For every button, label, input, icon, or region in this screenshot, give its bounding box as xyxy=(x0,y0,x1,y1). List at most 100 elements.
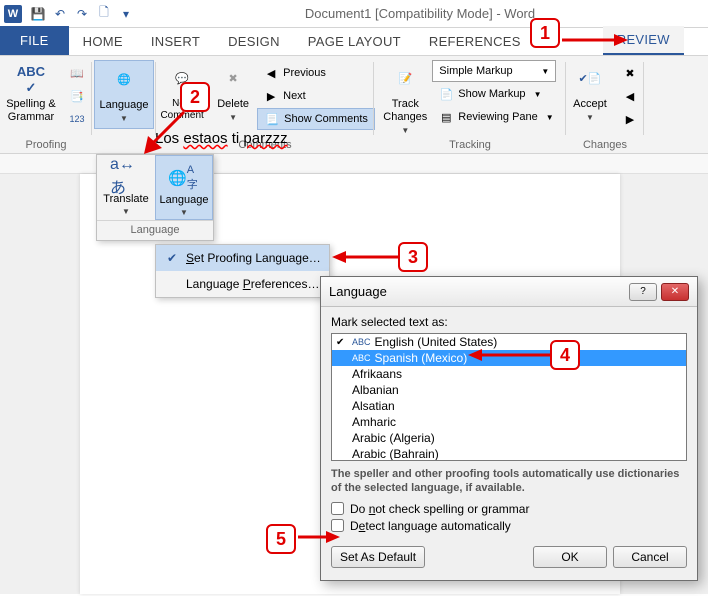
checkbox-label: Detect language automatically xyxy=(350,519,511,533)
tab-page-layout[interactable]: PAGE LAYOUT xyxy=(294,28,415,55)
dialog-titlebar[interactable]: Language ? ✕ xyxy=(321,277,697,307)
dialog-note: The speller and other proofing tools aut… xyxy=(331,467,687,496)
globe-icon: 🌐 xyxy=(108,65,140,97)
next-change-button[interactable]: ▶ xyxy=(616,108,644,130)
chevron-down-icon: ▼ xyxy=(120,114,128,124)
word-app-icon: W xyxy=(4,5,22,23)
language-dialog: Language ? ✕ Mark selected text as: ✔ ABC… xyxy=(320,276,698,581)
group-changes: ✔📄 Accept ▼ ✖ ◀ ▶ Changes xyxy=(566,56,644,153)
globe-char-icon: 🌐A字 xyxy=(168,162,200,194)
annotation-arrow-5 xyxy=(298,530,340,547)
language-button[interactable]: 🌐A字 Language ▼ xyxy=(155,155,213,220)
list-item[interactable]: Arabic (Bahrain) xyxy=(332,446,686,461)
blank-icon xyxy=(164,276,180,292)
set-as-default-button[interactable]: Set As Default xyxy=(331,546,425,568)
show-comments-button[interactable]: 📃Show Comments xyxy=(257,108,375,130)
word-count-button[interactable]: 123 xyxy=(63,108,91,130)
chevron-down-icon: ▼ xyxy=(541,67,549,76)
dropdown-group-label: Language xyxy=(97,220,213,240)
close-button[interactable]: ✕ xyxy=(661,283,689,301)
list-item[interactable]: Albanian xyxy=(332,382,686,398)
tab-design[interactable]: DESIGN xyxy=(214,28,294,55)
new-doc-icon[interactable]: 🗋 xyxy=(94,4,114,24)
ribbon: ABC✓ Spelling & Grammar 📖 📑 123 Proofing… xyxy=(0,56,708,154)
language-dropdown-panel: a↔あ Translate ▼ 🌐A字 Language ▼ Language xyxy=(96,154,214,241)
thesaurus-icon: 📑 xyxy=(69,88,85,104)
dialog-button-row: Set As Default OK Cancel xyxy=(331,536,687,572)
undo-icon[interactable]: ↶ xyxy=(50,4,70,24)
markup-icon: 📄 xyxy=(438,86,454,102)
translate-button[interactable]: a↔あ Translate ▼ xyxy=(97,155,155,220)
group-label-proofing: Proofing xyxy=(0,139,92,151)
submenu-label: Language Preferences… xyxy=(186,277,319,291)
chevron-down-icon: ▼ xyxy=(229,113,237,123)
dialog-title-text: Language xyxy=(329,284,387,299)
delete-comment-button[interactable]: ✖ Delete ▼ xyxy=(211,60,255,127)
tab-file[interactable]: FILE xyxy=(0,26,69,55)
group-proofing: ABC✓ Spelling & Grammar 📖 📑 123 Proofing xyxy=(0,56,92,153)
annotation-arrow-3 xyxy=(332,250,398,267)
abc-icon: ABC xyxy=(352,337,371,347)
prev-change-button[interactable]: ◀ xyxy=(616,85,644,107)
abc-check-icon: ABC✓ xyxy=(15,64,47,96)
next-comment-button[interactable]: ▶Next xyxy=(257,85,375,107)
cancel-button[interactable]: Cancel xyxy=(613,546,687,568)
annotation-2: 2 xyxy=(180,82,210,112)
tab-home[interactable]: HOME xyxy=(69,28,137,55)
ok-button[interactable]: OK xyxy=(533,546,607,568)
group-label-tracking: Tracking xyxy=(374,139,566,151)
chevron-down-icon: ▼ xyxy=(180,208,188,217)
no-check-checkbox[interactable]: Do not check spelling or grammar xyxy=(331,502,687,516)
delete-icon: ✖ xyxy=(217,64,249,96)
prev-icon: ◀ xyxy=(622,88,638,104)
book-icon: 📖 xyxy=(69,65,85,81)
group-tracking: 📝 Track Changes ▼ Simple Markup▼ 📄Show M… xyxy=(374,56,566,153)
help-button[interactable]: ? xyxy=(629,283,657,301)
window-title: Document1 [Compatibility Mode] - Word xyxy=(136,6,704,21)
annotation-4: 4 xyxy=(550,340,580,370)
quick-access-toolbar: 💾 ↶ ↷ 🗋 ▾ xyxy=(28,4,136,24)
next-icon: ▶ xyxy=(622,111,638,127)
list-item[interactable]: Afrikaans xyxy=(332,366,686,382)
translate-icon: a↔あ xyxy=(110,161,142,193)
list-item[interactable]: Arabic (Algeria) xyxy=(332,430,686,446)
thesaurus-button[interactable]: 📑 xyxy=(63,85,91,107)
annotation-5: 5 xyxy=(266,524,296,554)
list-item[interactable]: Alsatian xyxy=(332,398,686,414)
annotation-arrow-2 xyxy=(140,108,190,161)
define-button[interactable]: 📖 xyxy=(63,62,91,84)
track-changes-button[interactable]: 📝 Track Changes ▼ xyxy=(380,60,430,140)
chevron-down-icon: ▼ xyxy=(534,90,542,99)
spelling-grammar-button[interactable]: ABC✓ Spelling & Grammar xyxy=(1,60,61,128)
annotation-arrow-4 xyxy=(468,348,550,365)
submenu-label: Set Proofing Language… xyxy=(186,251,321,265)
check-icon: ✔ xyxy=(336,337,348,348)
show-markup-button[interactable]: 📄Show Markup▼ xyxy=(432,83,559,105)
redo-icon[interactable]: ↷ xyxy=(72,4,92,24)
checkbox-input[interactable] xyxy=(331,502,344,515)
mark-label: Mark selected text as: xyxy=(331,315,687,329)
annotation-1: 1 xyxy=(530,18,560,48)
chevron-down-icon: ▼ xyxy=(122,207,130,216)
reviewing-pane-button[interactable]: ▤Reviewing Pane▼ xyxy=(432,106,559,128)
qat-customize-icon[interactable]: ▾ xyxy=(116,4,136,24)
list-item[interactable]: Amharic xyxy=(332,414,686,430)
group-label-changes: Changes xyxy=(566,139,644,151)
previous-comment-button[interactable]: ◀Previous xyxy=(257,62,375,84)
title-bar: W 💾 ↶ ↷ 🗋 ▾ Document1 [Compatibility Mod… xyxy=(0,0,708,28)
language-preferences-item[interactable]: Language Preferences… xyxy=(156,271,329,297)
reject-button[interactable]: ✖ xyxy=(616,62,644,84)
detect-language-checkbox[interactable]: Detect language automatically xyxy=(331,519,687,533)
markup-dropdown[interactable]: Simple Markup▼ xyxy=(432,60,556,82)
checkbox-label: Do not check spelling or grammar xyxy=(350,502,529,516)
annotation-3: 3 xyxy=(398,242,428,272)
tab-insert[interactable]: INSERT xyxy=(137,28,214,55)
pane-icon: ▤ xyxy=(438,109,454,125)
accept-button[interactable]: ✔📄 Accept ▼ xyxy=(566,60,614,127)
count-icon: 123 xyxy=(69,111,85,127)
chevron-down-icon: ▼ xyxy=(401,126,409,136)
tab-references[interactable]: REFERENCES xyxy=(415,28,535,55)
save-icon[interactable]: 💾 xyxy=(28,4,48,24)
next-icon: ▶ xyxy=(263,88,279,104)
set-proofing-language-item[interactable]: ✔ Set Proofing Language… xyxy=(156,245,329,271)
